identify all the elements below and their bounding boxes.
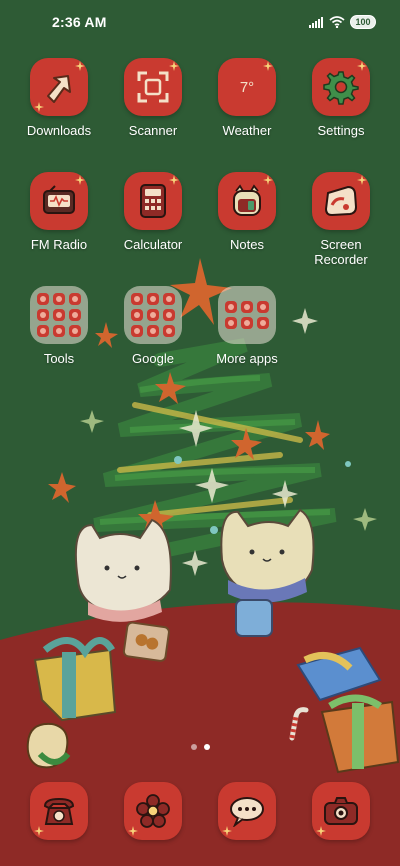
folder-more-apps[interactable]: More apps (200, 286, 294, 400)
radio-icon (30, 172, 88, 230)
page-dot (190, 744, 197, 750)
app-label: Weather (222, 123, 272, 138)
folder-label: Google (132, 351, 174, 366)
app-label: Scanner (128, 123, 178, 138)
dock-messages[interactable] (200, 782, 294, 852)
app-downloads[interactable]: Downloads (12, 58, 106, 172)
dock-gallery[interactable] (106, 782, 200, 852)
weather-temperature: 7° (239, 78, 255, 96)
dock (0, 782, 400, 852)
app-scanner[interactable]: Scanner (106, 58, 200, 172)
app-label: Calculator (123, 237, 183, 252)
app-label: Settings (317, 123, 365, 138)
app-calculator[interactable]: Calculator (106, 172, 200, 286)
app-weather[interactable]: 7° Weather (200, 58, 294, 172)
folder-tools[interactable]: Tools (12, 286, 106, 400)
screen-recorder-icon (312, 172, 370, 230)
gallery-icon (124, 782, 182, 840)
gear-icon (312, 58, 370, 116)
folder-google[interactable]: Google (106, 286, 200, 400)
app-label: Notes (230, 237, 264, 252)
status-bar: 2:36 AM 100 (0, 0, 400, 44)
scanner-icon (124, 58, 182, 116)
app-screen-recorder[interactable]: Screen Recorder (294, 172, 388, 286)
status-icons: 100 (309, 15, 376, 29)
notes-icon (218, 172, 276, 230)
dock-camera[interactable] (294, 782, 388, 852)
download-icon (30, 58, 88, 116)
app-label: Downloads (26, 123, 92, 138)
page-indicator (0, 744, 400, 750)
app-fm-radio[interactable]: FM Radio (12, 172, 106, 286)
folder-icon (124, 286, 182, 344)
page-dot-active (203, 744, 210, 750)
home-app-grid: Downloads Scanner 7° Weather Settings FM… (0, 58, 400, 400)
app-settings[interactable]: Settings (294, 58, 388, 172)
folder-label: More apps (216, 351, 278, 366)
signal-icon (309, 16, 323, 28)
dock-phone[interactable] (12, 782, 106, 852)
folder-icon (218, 286, 276, 344)
folder-label: Tools (43, 351, 75, 366)
calculator-icon (124, 172, 182, 230)
weather-icon: 7° (218, 58, 276, 116)
cat-left-illustration (74, 518, 172, 622)
wifi-icon (329, 16, 345, 28)
phone-icon (30, 782, 88, 840)
battery-icon: 100 (350, 15, 376, 29)
camera-icon (312, 782, 370, 840)
messages-icon (218, 782, 276, 840)
folder-icon (30, 286, 88, 344)
app-label: Screen Recorder (314, 237, 368, 267)
status-time: 2:36 AM (52, 14, 107, 30)
app-notes[interactable]: Notes (200, 172, 294, 286)
app-label: FM Radio (30, 237, 88, 252)
